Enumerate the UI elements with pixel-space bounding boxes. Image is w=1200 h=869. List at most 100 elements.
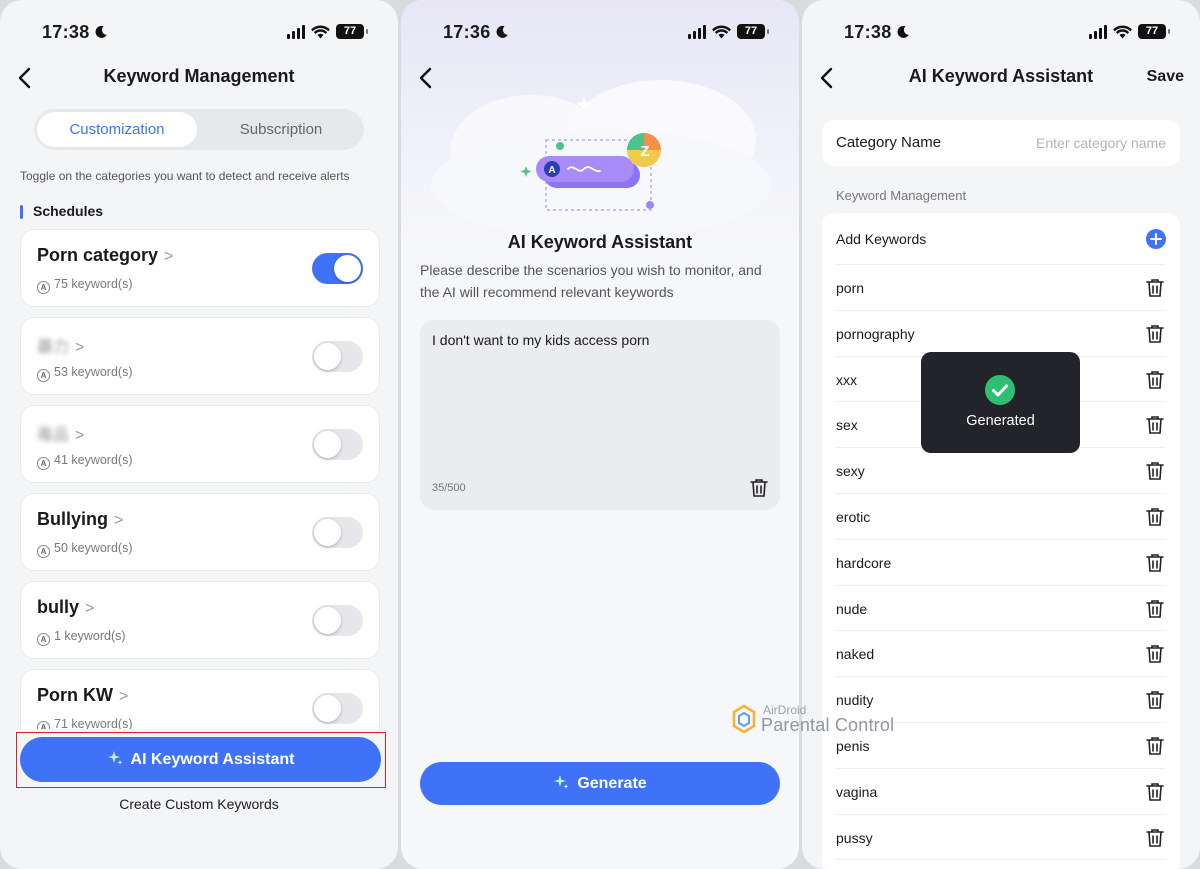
category-toggle[interactable] xyxy=(312,605,363,636)
keyword-text: nude xyxy=(836,600,868,617)
status-time: 17:38 xyxy=(844,22,910,43)
keyword-management-screen: 17:38 77 Keyword Management Customizatio… xyxy=(0,0,398,869)
keyword-section-label: Keyword Management xyxy=(836,188,967,203)
moon-icon xyxy=(496,25,508,38)
moon-icon xyxy=(897,25,909,38)
trash-icon[interactable] xyxy=(1146,461,1164,481)
category-toggle[interactable] xyxy=(312,341,363,372)
ai-chat-illustration-icon: A Z xyxy=(520,133,661,211)
chevron-right-icon: > xyxy=(119,688,129,705)
add-circle-icon[interactable] xyxy=(1146,229,1166,249)
generate-button[interactable]: Generate xyxy=(420,762,780,805)
status-bar: 17:38 77 xyxy=(802,20,1200,46)
chevron-right-icon: > xyxy=(114,512,124,529)
category-card[interactable]: bully > A1 keyword(s) xyxy=(20,581,380,659)
trash-icon[interactable] xyxy=(1146,278,1164,298)
category-toggle[interactable] xyxy=(312,253,363,284)
assistant-description: Please describe the scenarios you wish t… xyxy=(420,262,762,300)
trash-icon[interactable] xyxy=(1146,599,1164,619)
keyword-a-icon: A xyxy=(37,369,50,382)
keyword-a-icon: A xyxy=(37,633,50,646)
trash-icon[interactable] xyxy=(1146,324,1164,344)
keyword-panel: Add Keywords porn pornography xxx sex se… xyxy=(822,213,1180,869)
trash-icon[interactable] xyxy=(1146,644,1164,664)
back-arrow-icon[interactable] xyxy=(415,64,439,92)
segmented-control: Customization Subscription xyxy=(34,109,364,150)
tab-customization[interactable]: Customization xyxy=(37,112,197,147)
keyword-count: A 41 keyword(s) xyxy=(37,453,133,470)
signal-icon xyxy=(688,24,706,39)
section-title: Schedules xyxy=(20,203,103,219)
keyword-text: sexy xyxy=(836,463,865,480)
keyword-text: porn xyxy=(836,280,865,296)
keyword-a-icon: A xyxy=(37,281,50,294)
svg-text:Z: Z xyxy=(640,143,649,160)
trash-icon[interactable] xyxy=(1146,507,1164,527)
keyword-count: A 53 keyword(s) xyxy=(37,365,133,382)
keyword-row: erotic xyxy=(836,494,1166,540)
keyword-text: pornography xyxy=(836,325,915,342)
trash-icon[interactable] xyxy=(1146,415,1164,435)
keyword-count: A 71 keyword(s) xyxy=(37,717,133,729)
trash-icon[interactable] xyxy=(1146,553,1164,573)
battery-indicator: 77 xyxy=(737,24,769,39)
category-card[interactable]: 暴力 > A 53 keyword(s) xyxy=(20,317,380,395)
category-list: Porn category > A 75 keyword(s) 暴力 > A 53 ke… xyxy=(20,229,380,729)
category-name: Porn category > xyxy=(37,245,174,265)
status-time: 17:38 xyxy=(42,22,108,43)
check-circle-icon xyxy=(985,375,1015,405)
svg-text:A: A xyxy=(548,165,555,176)
keyword-text: hardcore xyxy=(836,554,892,571)
category-name: Porn KW > xyxy=(37,685,129,705)
keyword-a-icon: A xyxy=(37,545,50,558)
keyword-row: sexy xyxy=(836,448,1166,494)
sparkle-icon xyxy=(554,775,569,789)
keyword-row: naked xyxy=(836,631,1166,678)
trash-icon[interactable] xyxy=(1146,736,1164,756)
ai-keyword-result-screen: 17:38 77 AI Keyword Assistant Save Categ… xyxy=(802,0,1200,869)
watermark: AirDroid Parental Control xyxy=(731,702,911,738)
category-card[interactable]: Porn category > A 75 keyword(s) xyxy=(20,229,380,307)
keyword-text: pussy xyxy=(836,829,873,846)
add-keywords-row[interactable]: Add Keywords xyxy=(836,213,1166,265)
trash-icon[interactable] xyxy=(1146,690,1164,710)
keyword-row: pussy xyxy=(836,815,1166,861)
battery-indicator: 77 xyxy=(1138,24,1170,39)
signal-icon xyxy=(1089,24,1107,39)
tab-subscription[interactable]: Subscription xyxy=(201,112,361,147)
hint-text: Toggle on the categories you want to det… xyxy=(20,169,350,183)
category-name-label: Category Name xyxy=(836,134,942,151)
trash-icon[interactable] xyxy=(750,478,768,498)
wifi-icon xyxy=(311,24,330,38)
watermark-product: Parental Control xyxy=(761,715,895,735)
wifi-icon xyxy=(1113,24,1132,38)
ai-assistant-input-screen: 17:36 77 A Z AI Keyword Assistant Please… xyxy=(401,0,799,869)
status-time: 17:36 xyxy=(443,22,509,43)
keyword-row: vagina xyxy=(836,769,1166,815)
category-card[interactable]: Porn KW > A 71 keyword(s) xyxy=(20,669,380,729)
wifi-icon xyxy=(712,24,731,38)
page-title: Keyword Management xyxy=(103,66,295,86)
category-toggle[interactable] xyxy=(312,429,363,460)
category-card[interactable]: Bullying > A 50 keyword(s) xyxy=(20,493,380,571)
trash-icon[interactable] xyxy=(1146,370,1164,390)
keyword-a-icon: A xyxy=(37,721,50,729)
category-name: Bullying > xyxy=(37,509,124,529)
generated-toast: Generated xyxy=(921,352,1080,453)
keyword-row: pornography xyxy=(836,311,1166,357)
create-custom-keywords-link[interactable]: Create Custom Keywords xyxy=(0,796,398,812)
scenario-input[interactable]: I don't want to my kids access porn 35/5… xyxy=(420,320,780,510)
category-toggle[interactable] xyxy=(312,517,363,548)
trash-icon[interactable] xyxy=(1146,782,1164,802)
category-name: 毒品 > xyxy=(37,427,85,444)
page-title: AI Keyword Assistant xyxy=(908,66,1094,86)
category-card[interactable]: 毒品 > A 41 keyword(s) xyxy=(20,405,380,483)
trash-icon[interactable] xyxy=(1146,828,1164,848)
keyword-count: A 50 keyword(s) xyxy=(37,541,133,558)
category-toggle[interactable] xyxy=(312,693,363,724)
ai-keyword-assistant-button[interactable]: AI Keyword Assistant xyxy=(20,737,381,782)
keyword-row: nude xyxy=(836,586,1166,632)
category-name-input[interactable] xyxy=(976,132,1166,154)
save-button[interactable]: Save xyxy=(1147,68,1184,86)
chevron-right-icon: > xyxy=(75,427,85,444)
